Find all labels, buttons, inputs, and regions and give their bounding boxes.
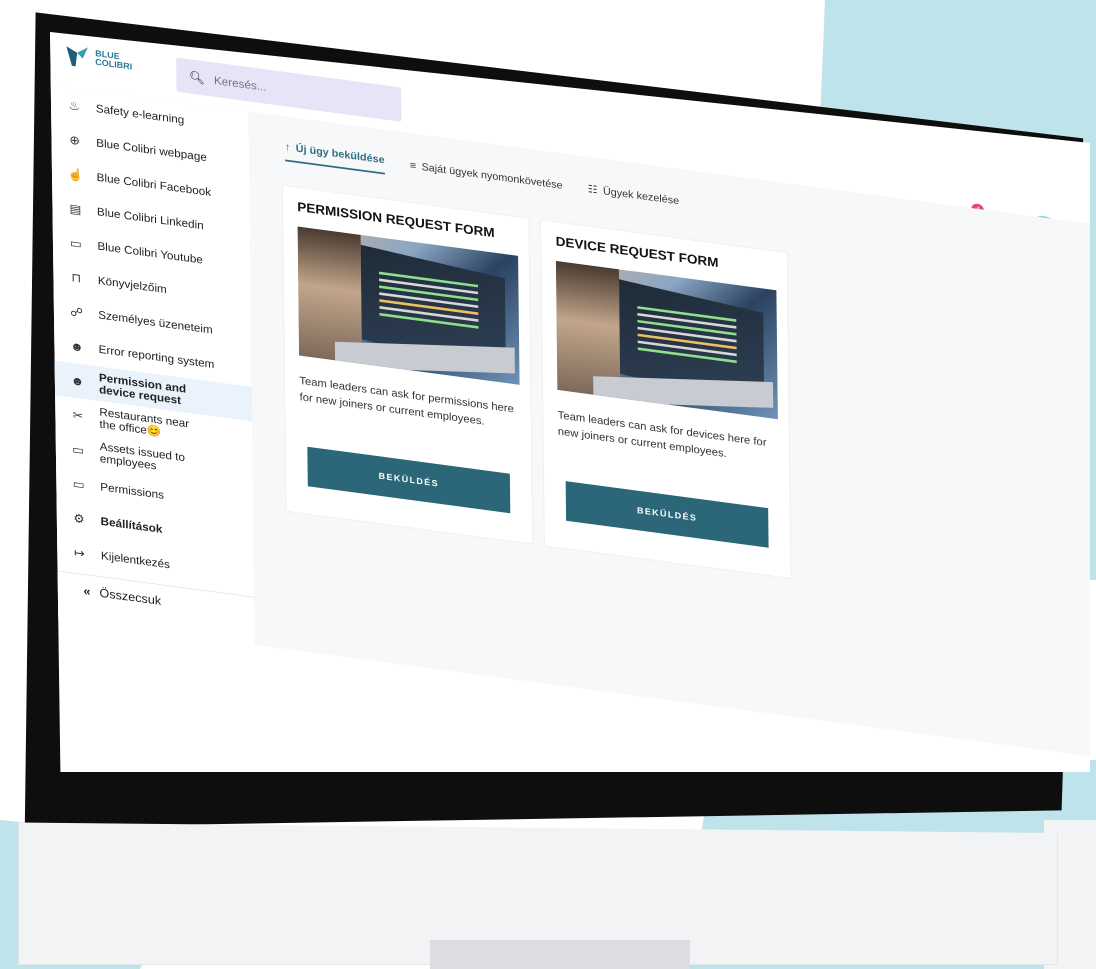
chevron-left-icon: «: [83, 583, 91, 599]
logo[interactable]: BLUE COLIBRI: [65, 43, 133, 76]
list-icon: ≡: [409, 158, 417, 172]
tab-new-case[interactable]: ↑ Új ügy beküldése: [284, 140, 385, 175]
search-input[interactable]: [212, 72, 378, 109]
sidebar: ♨ Safety e-learning ⊕ Blue Colibri webpa…: [50, 85, 256, 646]
sidebar-item-label: Személyes üzeneteim: [98, 308, 213, 337]
permission-request-card: PERMISSION REQUEST FORM Team leaders can…: [281, 184, 534, 545]
sidebar-item-label: Error reporting system: [98, 342, 215, 371]
sidebar-item-label: Beállítások: [100, 514, 163, 536]
people-icon: ☍: [70, 303, 84, 320]
bookmark-icon: ⊓: [71, 269, 82, 285]
sidebar-item-label: Blue Colibri webpage: [96, 136, 207, 164]
tab-track-cases[interactable]: ≡ Saját ügyek nyomonkövetése: [410, 159, 563, 198]
submit-button[interactable]: BEKÜLDÉS: [565, 481, 769, 548]
hummingbird-logo-icon: [66, 46, 88, 67]
search-icon: 🔍︎: [188, 68, 205, 85]
building-icon: ▤: [69, 200, 82, 217]
card-description: Team leaders can ask for devices here fo…: [557, 408, 767, 460]
monitor-stand: [430, 940, 690, 969]
collapse-label: Összecsuk: [99, 585, 162, 608]
sidebar-item-label: Blue Colibri Linkedin: [96, 204, 204, 232]
gear-icon: ⚙: [73, 510, 85, 526]
tab-label: Saját ügyek nyomonkövetése: [421, 160, 563, 192]
monitor-icon: ▭: [72, 475, 85, 492]
sidebar-item-label: Blue Colibri Youtube: [97, 239, 203, 267]
video-icon: ▭: [69, 235, 82, 251]
tab-label: Új ügy beküldése: [295, 142, 385, 166]
card-image: [555, 260, 778, 420]
sidebar-item-label: Blue Colibri Facebook: [96, 170, 212, 199]
user-headset-icon: ☻: [70, 338, 84, 355]
card-list: PERMISSION REQUEST FORM Team leaders can…: [281, 184, 792, 580]
sidebar-item-label: Permissions: [100, 480, 165, 502]
thumbs-up-icon: ☝: [67, 166, 84, 183]
flame-icon: ♨: [68, 97, 80, 113]
sidebar-item-label: Kijelentkezés: [100, 548, 171, 571]
user-headset-icon: ☻: [70, 373, 85, 389]
card-image: [297, 226, 520, 385]
card-description: Team leaders can ask for permissions her…: [299, 374, 514, 428]
device-request-card: DEVICE REQUEST FORM Team leaders can ask…: [540, 219, 792, 580]
sidebar-item-label: Könyvjelzőim: [97, 273, 167, 296]
main-content: ↑ Új ügy beküldése ≡ Saját ügyek nyomonk…: [248, 111, 1090, 758]
screen: BLUE COLIBRI 🔍︎ ? ▲ 4 ▪: [50, 32, 1090, 772]
sidebar-item-label: Safety e-learning: [95, 101, 185, 127]
monitor: BLUE COLIBRI 🔍︎ ? ▲ 4 ▪: [0, 0, 1096, 969]
tab-label: Ügyek kezelése: [602, 184, 680, 207]
arrow-up-icon: ↑: [284, 140, 291, 154]
app-window: BLUE COLIBRI 🔍︎ ? ▲ 4 ▪: [50, 32, 1090, 772]
logout-icon: ↦: [74, 544, 85, 560]
submit-button[interactable]: BEKÜLDÉS: [307, 446, 511, 514]
tab-manage-cases[interactable]: ☷ Ügyek kezelése: [588, 183, 680, 214]
globe-icon: ⊕: [69, 132, 80, 148]
utensils-icon: ✂: [72, 407, 84, 423]
monitor-icon: ▭: [72, 441, 85, 457]
checklist-icon: ☷: [587, 182, 598, 197]
